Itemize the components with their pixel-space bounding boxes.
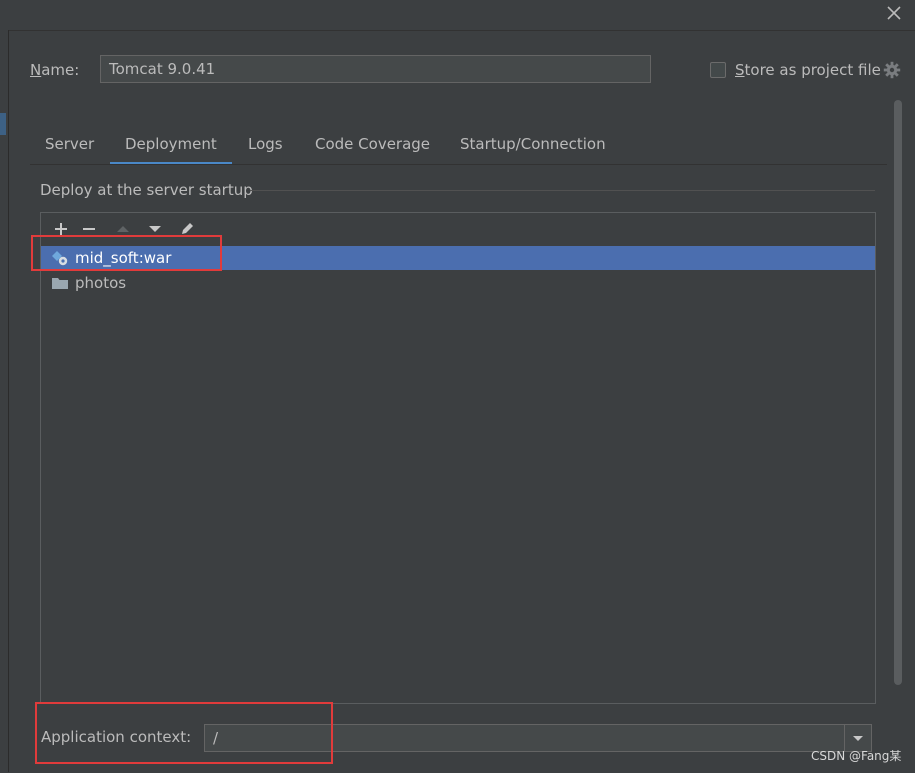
left-side-strip [0, 30, 9, 772]
watermark: CSDN @Fang某 [811, 749, 902, 763]
deploy-section-separator [250, 190, 875, 191]
highlight-box-context [35, 702, 333, 764]
dialog-title-bar [0, 0, 915, 30]
gear-icon[interactable] [883, 61, 901, 79]
deploy-section-title: Deploy at the server startup [40, 181, 253, 199]
tab-logs[interactable]: Logs [233, 126, 298, 164]
list-item[interactable]: photos [41, 271, 875, 295]
folder-icon [52, 278, 68, 289]
store-as-project-file-label[interactable]: Store as project file [735, 61, 881, 79]
name-label: Name: [30, 61, 80, 79]
tab-startup-connection[interactable]: Startup/Connection [445, 126, 621, 164]
tab-server[interactable]: Server [30, 126, 109, 164]
name-input[interactable]: Tomcat 9.0.41 [100, 55, 651, 83]
highlight-box-artifact [31, 235, 222, 271]
vertical-scrollbar[interactable] [894, 100, 902, 685]
title-divider [8, 30, 915, 31]
store-as-project-file-checkbox[interactable] [710, 62, 726, 78]
left-selection-marker [0, 113, 6, 135]
close-icon[interactable] [885, 4, 903, 22]
list-item-label: photos [75, 274, 127, 292]
tab-deployment[interactable]: Deployment [110, 126, 232, 165]
tab-code-coverage[interactable]: Code Coverage [300, 126, 445, 164]
